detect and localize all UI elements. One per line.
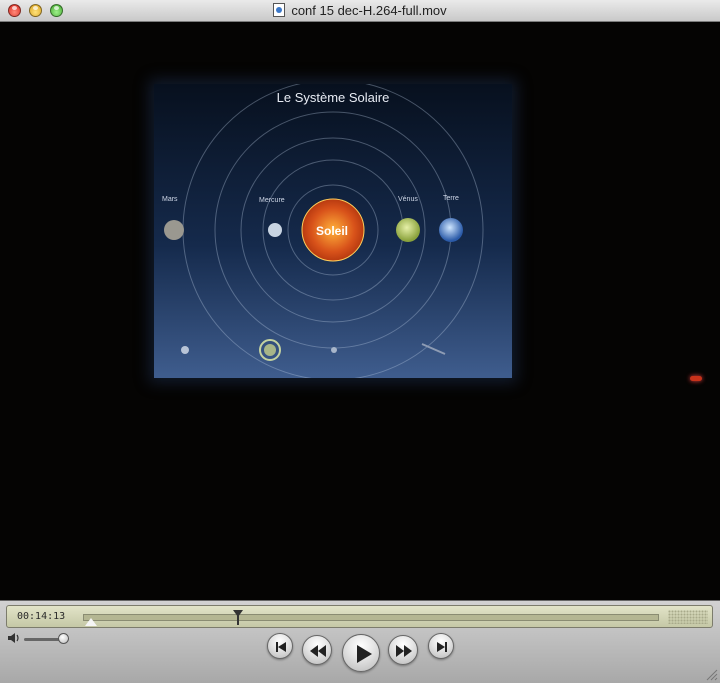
skip-end-icon <box>437 642 447 652</box>
label-mercure: Mercure <box>259 197 285 204</box>
quicktime-document-icon <box>273 3 286 17</box>
label-mars: Mars <box>162 196 178 203</box>
window-title-wrap: conf 15 dec-H.264-full.mov <box>0 3 720 18</box>
play-icon <box>357 645 372 663</box>
fast-forward-icon <box>396 645 412 657</box>
label-terre: Terre <box>443 195 459 202</box>
projected-slide: Le Système Solaire Mars Mercure Vénus Te… <box>154 84 512 378</box>
window-title: conf 15 dec-H.264-full.mov <box>291 3 447 18</box>
label-venus: Vénus <box>398 196 418 203</box>
planet-terre <box>439 218 463 242</box>
selection-in-marker[interactable] <box>85 618 97 626</box>
speaker-icon[interactable] <box>7 632 21 644</box>
planet-bottom-1 <box>181 346 189 354</box>
rewind-icon <box>310 645 326 657</box>
planet-mercure <box>268 223 282 237</box>
volume-knob[interactable] <box>58 633 69 644</box>
timeline-grip <box>668 610 708 624</box>
planet-mars <box>164 220 184 240</box>
rewind-button[interactable] <box>302 635 332 665</box>
title-bar[interactable]: conf 15 dec-H.264-full.mov <box>0 0 720 22</box>
red-indicator-light <box>690 376 702 381</box>
play-button[interactable] <box>342 634 380 672</box>
planet-bottom-2-core <box>264 344 276 356</box>
go-to-start-button[interactable] <box>267 633 293 659</box>
slide-title: Le Système Solaire <box>276 90 390 105</box>
movie-controller: 00:14:13 <box>0 600 720 683</box>
comet <box>421 343 446 355</box>
planet-venus <box>396 218 420 242</box>
resize-grip-icon[interactable] <box>704 667 718 681</box>
playhead[interactable] <box>233 610 243 625</box>
timeline-track[interactable] <box>83 614 659 621</box>
current-time: 00:14:13 <box>17 611 66 622</box>
label-soleil: Soleil <box>315 224 348 238</box>
video-area[interactable]: Le Système Solaire Mars Mercure Vénus Te… <box>0 22 720 600</box>
timeline-display: 00:14:13 <box>6 605 713 628</box>
fast-forward-button[interactable] <box>388 635 418 665</box>
skip-start-icon <box>276 642 286 652</box>
planet-bottom-3 <box>331 347 337 353</box>
go-to-end-button[interactable] <box>428 633 454 659</box>
